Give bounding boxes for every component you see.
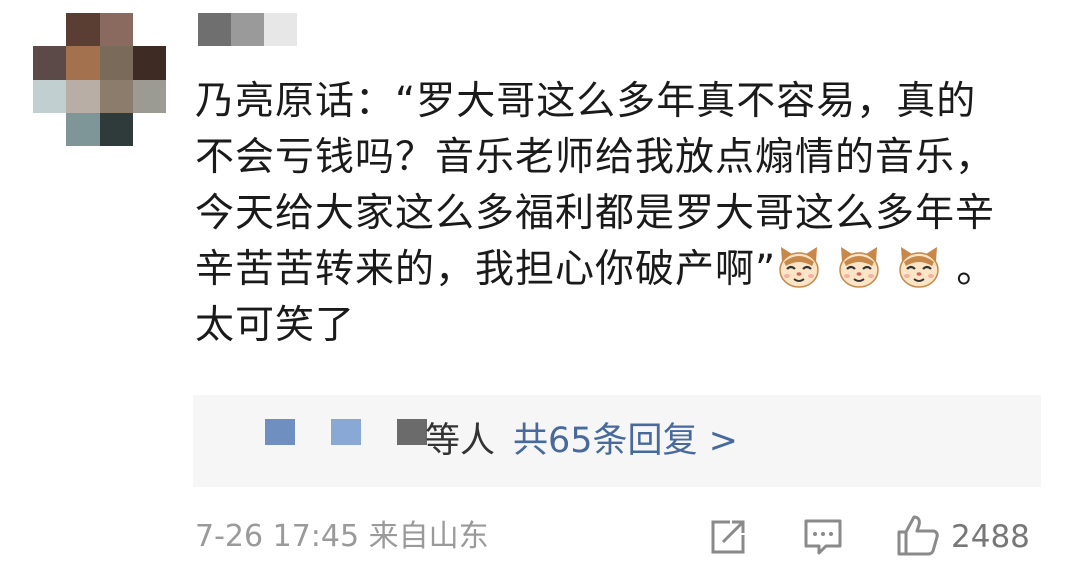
comment-line: 太可笑了: [195, 303, 356, 348]
comment-line-end: 。: [956, 247, 997, 292]
cat-face-icon: [896, 244, 942, 290]
replies-box[interactable]: 等人 共65条回复 >: [193, 395, 1041, 487]
comment-location: 来自山东: [368, 519, 489, 554]
like-button[interactable]: 2488: [895, 512, 1045, 562]
cat-face-icon: [776, 244, 822, 290]
comment-button[interactable]: [802, 512, 850, 562]
comment-meta: 7-26 17:45 来自山东: [195, 517, 489, 557]
like-count: 2488: [951, 519, 1030, 555]
share-button[interactable]: [708, 512, 756, 562]
comment-line: 乃亮原话：“罗大哥这么多年真不容易，真的: [195, 79, 977, 124]
comment-line: 今天给大家这么多福利都是罗大哥这么多年辛: [195, 191, 996, 236]
comment-time: 7-26 17:45: [195, 519, 360, 554]
view-replies-link[interactable]: 共65条回复 >: [513, 421, 738, 461]
comment-line: 不会亏钱吗？音乐老师给我放点煽情的音乐，: [195, 135, 996, 180]
share-icon: [708, 520, 748, 561]
comment-line-text: 辛苦苦转来的，我担心你破产啊”: [195, 247, 777, 292]
reply-users-suffix: 等人: [425, 421, 496, 461]
comment-line: 辛苦苦转来的，我担心你破产啊” 。: [195, 242, 1055, 298]
comment-icon: [802, 519, 844, 562]
cat-face-icon: [836, 244, 882, 290]
thumbs-up-icon: [895, 512, 941, 562]
avatar[interactable]: [33, 13, 166, 146]
comment-text: 乃亮原话：“罗大哥这么多年真不容易，真的 不会亏钱吗？音乐老师给我放点煽情的音乐…: [195, 74, 1055, 354]
username-blurred[interactable]: [198, 13, 297, 46]
